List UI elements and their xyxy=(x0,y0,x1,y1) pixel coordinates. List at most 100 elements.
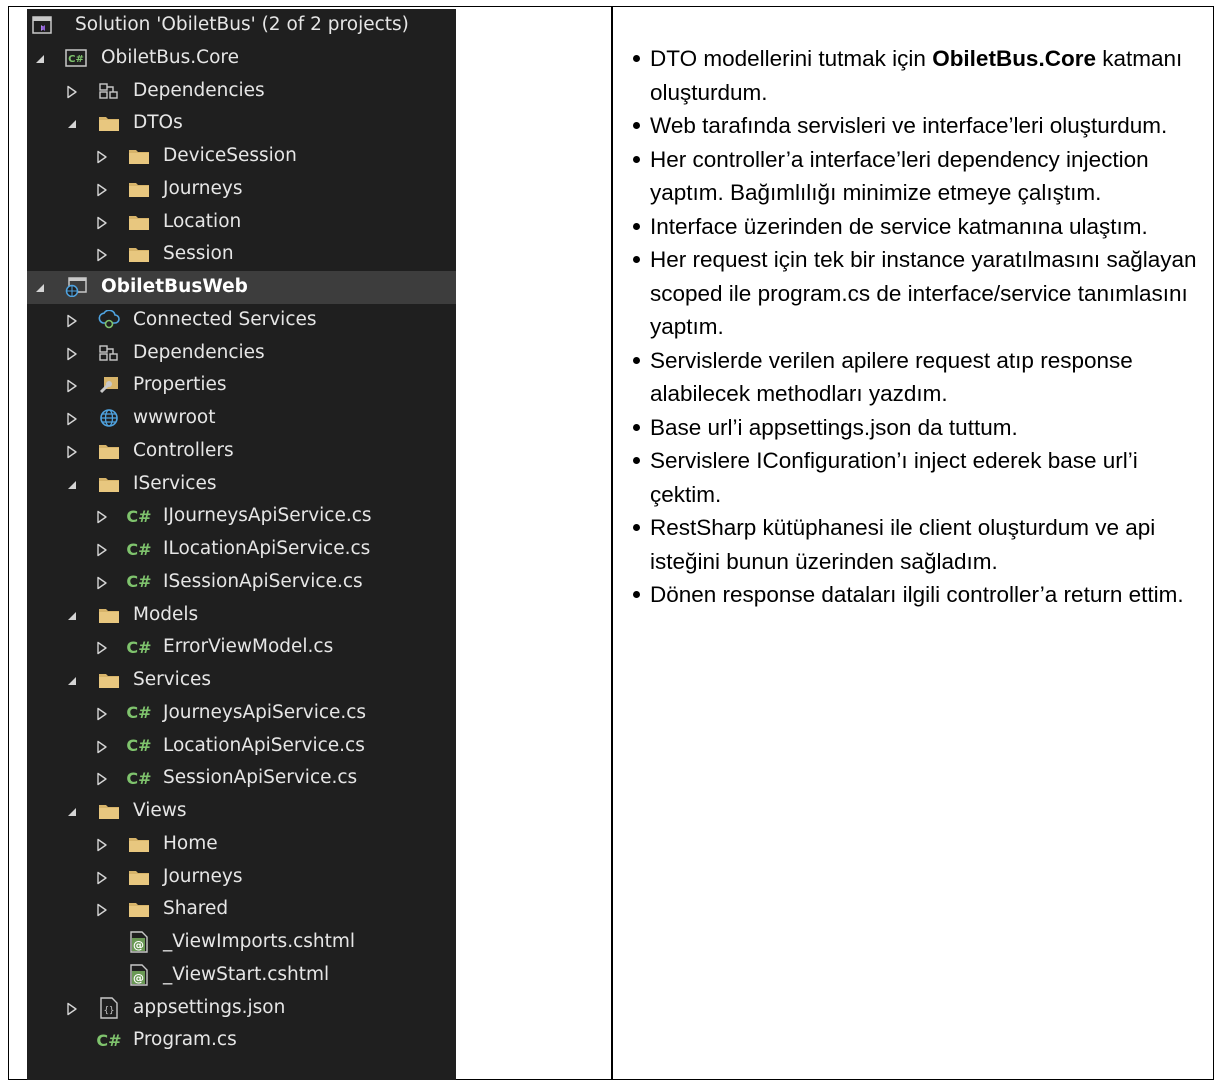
tree-item-label: DeviceSession xyxy=(163,145,297,166)
tree-item-label: appsettings.json xyxy=(133,996,286,1018)
collapsed-arrow-icon[interactable] xyxy=(95,150,109,164)
folder-icon xyxy=(98,801,120,821)
csharp-file-icon: C# xyxy=(126,736,151,756)
tree-item[interactable]: @ _ViewStart.cshtml xyxy=(27,959,456,992)
tree-item[interactable]: Services xyxy=(27,664,456,697)
csharp-glyph: C# xyxy=(126,506,152,526)
tree-item[interactable]: C# ILocationApiService.cs xyxy=(27,533,456,566)
collapsed-arrow-icon[interactable] xyxy=(95,510,109,524)
csharp-file-icon: C# xyxy=(126,506,152,526)
note-text: Dönen response dataları ilgili controlle… xyxy=(650,582,1184,607)
folder-icon xyxy=(98,113,120,133)
folder-icon xyxy=(128,834,150,854)
tree-item[interactable]: Properties xyxy=(27,369,456,402)
tree-item-label: _ViewStart.cshtml xyxy=(163,963,330,985)
note-text: Web tarafında servisleri ve interface’le… xyxy=(650,113,1168,138)
tree-item[interactable]: Journeys xyxy=(27,861,456,894)
collapsed-arrow-icon[interactable] xyxy=(95,248,109,262)
tree-item-label: Views xyxy=(133,800,187,821)
expanded-arrow-icon[interactable] xyxy=(65,674,79,688)
tree-item[interactable]: Connected Services xyxy=(27,304,456,337)
collapsed-arrow-icon[interactable] xyxy=(65,1002,79,1016)
tree-item[interactable]: C# LocationApiService.cs xyxy=(27,730,456,763)
tree-item[interactable]: C# ErrorViewModel.cs xyxy=(27,631,456,664)
collapsed-arrow-icon[interactable] xyxy=(65,347,79,361)
tree-item[interactable]: Journeys xyxy=(27,173,456,206)
json-file-icon: {} xyxy=(98,996,120,1019)
tree-item[interactable]: ObiletBusWeb xyxy=(27,271,456,304)
tree-item-label: Location xyxy=(163,210,242,232)
tree-item[interactable]: Solution 'ObiletBus' (2 of 2 projects) xyxy=(27,9,456,42)
folder-icon xyxy=(98,441,120,461)
folder-icon xyxy=(128,867,150,887)
csharp-glyph: C# xyxy=(126,572,152,592)
expanded-arrow-icon[interactable] xyxy=(65,805,79,819)
collapsed-arrow-icon[interactable] xyxy=(95,772,109,786)
tree-item[interactable]: Views xyxy=(27,795,456,828)
tree-item[interactable]: DTOs xyxy=(27,107,456,140)
note-item: Servislerde verilen apilere request atıp… xyxy=(622,344,1202,411)
expanded-arrow-icon[interactable] xyxy=(65,478,79,492)
csharp-project-icon: C# xyxy=(65,48,87,68)
expanded-arrow-icon[interactable] xyxy=(33,281,47,295)
tree-item[interactable]: DeviceSession xyxy=(27,140,456,173)
tree-item[interactable]: C# ObiletBus.Core xyxy=(27,42,456,75)
tree-item[interactable]: {} appsettings.json xyxy=(27,992,456,1025)
tree-item[interactable]: Session xyxy=(27,238,456,271)
tree-item[interactable]: C# Program.cs xyxy=(27,1024,456,1057)
collapsed-arrow-icon[interactable] xyxy=(65,314,79,328)
tree-item-label: ObiletBus.Core xyxy=(101,46,239,68)
tree-item[interactable]: Location xyxy=(27,206,456,239)
tree-item[interactable]: C# JourneysApiService.cs xyxy=(27,697,456,730)
svg-text:C#: C# xyxy=(68,54,84,65)
solution-explorer: Solution 'ObiletBus' (2 of 2 projects) C#… xyxy=(27,9,456,1080)
collapsed-arrow-icon[interactable] xyxy=(95,903,109,917)
collapsed-arrow-icon[interactable] xyxy=(95,216,109,230)
collapsed-arrow-icon[interactable] xyxy=(95,740,109,754)
tree-item[interactable]: Shared xyxy=(27,893,456,926)
tree-item[interactable]: C# IJourneysApiService.cs xyxy=(27,500,456,533)
tree-item[interactable]: Controllers xyxy=(27,435,456,468)
tree-item-label: Properties xyxy=(133,374,227,396)
tree-item[interactable]: Dependencies xyxy=(27,337,456,370)
collapsed-arrow-icon[interactable] xyxy=(95,576,109,590)
collapsed-arrow-icon[interactable] xyxy=(95,183,109,197)
tree-item-label: wwwroot xyxy=(133,407,216,428)
tree-item[interactable]: IServices xyxy=(27,468,456,501)
collapsed-arrow-icon[interactable] xyxy=(95,641,109,655)
tree-item-label: ErrorViewModel.cs xyxy=(163,636,334,658)
expanded-arrow-icon[interactable] xyxy=(33,52,47,66)
tree-item-label: ILocationApiService.cs xyxy=(163,538,371,559)
collapsed-arrow-icon[interactable] xyxy=(95,871,109,885)
collapsed-arrow-icon[interactable] xyxy=(95,707,109,721)
tree-item[interactable]: C# ISessionApiService.cs xyxy=(27,566,456,599)
csharp-file-icon: C# xyxy=(126,572,152,592)
note-text: Base url’i appsettings.json da tuttum. xyxy=(650,414,1018,440)
tree-item[interactable]: wwwroot xyxy=(27,402,456,435)
collapsed-arrow-icon[interactable] xyxy=(95,543,109,557)
collapsed-arrow-icon[interactable] xyxy=(95,838,109,852)
tree-item[interactable]: Models xyxy=(27,599,456,632)
expanded-arrow-icon[interactable] xyxy=(65,117,79,131)
expanded-arrow-icon[interactable] xyxy=(65,609,79,623)
collapsed-arrow-icon[interactable] xyxy=(65,412,79,426)
csharp-glyph: C# xyxy=(126,539,152,559)
note-item: Web tarafında servisleri ve interface’le… xyxy=(622,109,1202,143)
svg-text:@: @ xyxy=(133,971,144,984)
tree-item[interactable]: Dependencies xyxy=(27,75,456,108)
tree-item-label: Home xyxy=(163,832,218,854)
csharp-file-icon: C# xyxy=(96,1030,121,1050)
collapsed-arrow-icon[interactable] xyxy=(65,445,79,459)
tree-item[interactable]: C# SessionApiService.cs xyxy=(27,762,456,795)
note-item: Base url’i appsettings.json da tuttum. xyxy=(622,411,1202,445)
tree-item[interactable]: Home xyxy=(27,828,456,861)
tree-item[interactable]: @ _ViewImports.cshtml xyxy=(27,926,456,959)
globe-icon xyxy=(98,408,120,428)
folder-icon xyxy=(128,244,150,264)
svg-text:@: @ xyxy=(133,939,144,952)
csharp-glyph: C# xyxy=(126,768,152,788)
tree-item-label: Session xyxy=(163,243,234,265)
collapsed-arrow-icon[interactable] xyxy=(65,85,79,99)
collapsed-arrow-icon[interactable] xyxy=(65,379,79,393)
csharp-glyph: C# xyxy=(126,637,152,657)
